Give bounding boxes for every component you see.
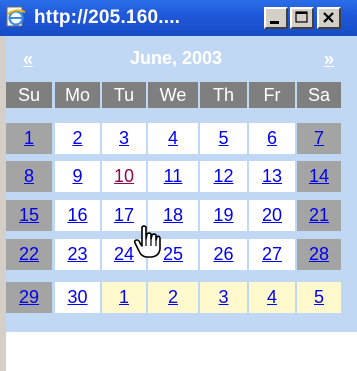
next-month-day-4[interactable]: 4 bbox=[249, 282, 295, 313]
day-header-sa: Sa bbox=[297, 82, 341, 108]
title-bar[interactable]: http://205.160.... bbox=[0, 0, 357, 36]
day-header-mo: Mo bbox=[55, 82, 100, 108]
maximize-button[interactable] bbox=[290, 7, 314, 29]
minimize-icon bbox=[270, 21, 279, 24]
day-14[interactable]: 14 bbox=[297, 161, 341, 192]
day-6[interactable]: 6 bbox=[249, 123, 295, 154]
maximize-icon bbox=[295, 11, 308, 23]
day-9[interactable]: 9 bbox=[55, 161, 100, 192]
next-month-day-1[interactable]: 1 bbox=[102, 282, 146, 313]
close-button[interactable] bbox=[317, 7, 341, 29]
hand-cursor-icon bbox=[133, 225, 162, 259]
day-21[interactable]: 21 bbox=[297, 200, 341, 231]
ie-page-icon bbox=[5, 6, 27, 28]
day-30[interactable]: 30 bbox=[55, 282, 100, 313]
day-12[interactable]: 12 bbox=[200, 161, 247, 192]
day-23[interactable]: 23 bbox=[55, 239, 100, 270]
day-4[interactable]: 4 bbox=[148, 123, 198, 154]
day-1[interactable]: 1 bbox=[6, 123, 52, 154]
day-header-tu: Tu bbox=[102, 82, 146, 108]
day-3[interactable]: 3 bbox=[102, 123, 146, 154]
day-28[interactable]: 28 bbox=[297, 239, 341, 270]
day-20[interactable]: 20 bbox=[249, 200, 295, 231]
day-8[interactable]: 8 bbox=[6, 161, 52, 192]
day-header-we: We bbox=[148, 82, 198, 108]
day-27[interactable]: 27 bbox=[249, 239, 295, 270]
day-5[interactable]: 5 bbox=[200, 123, 247, 154]
next-month-day-3[interactable]: 3 bbox=[200, 282, 247, 313]
next-month-day-2[interactable]: 2 bbox=[148, 282, 198, 313]
day-29[interactable]: 29 bbox=[6, 282, 52, 313]
day-header-fr: Fr bbox=[249, 82, 295, 108]
calendar-container: « June, 2003 » Su Mo Tu We Th Fr Sa 1 2 3 4 5 6 7 8 9 10… bbox=[6, 36, 357, 371]
day-header-su: Su bbox=[6, 82, 52, 108]
day-15[interactable]: 15 bbox=[6, 200, 52, 231]
day-16[interactable]: 16 bbox=[55, 200, 100, 231]
day-13[interactable]: 13 bbox=[249, 161, 295, 192]
window-blank-area bbox=[6, 332, 357, 371]
day-19[interactable]: 19 bbox=[200, 200, 247, 231]
window-title: http://205.160.... bbox=[34, 7, 181, 28]
day-header-th: Th bbox=[200, 82, 247, 108]
day-2[interactable]: 2 bbox=[55, 123, 100, 154]
next-month-day-5[interactable]: 5 bbox=[297, 282, 341, 313]
close-icon bbox=[323, 12, 334, 23]
calendar-grid: Su Mo Tu We Th Fr Sa 1 2 3 4 5 6 7 8 9 10 11 12 13 14 15 16 17 1… bbox=[6, 36, 357, 336]
day-10[interactable]: 10 bbox=[102, 161, 146, 192]
day-22[interactable]: 22 bbox=[6, 239, 52, 270]
day-11[interactable]: 11 bbox=[148, 161, 198, 192]
minimize-button[interactable] bbox=[264, 7, 288, 29]
day-26[interactable]: 26 bbox=[200, 239, 247, 270]
popup-window: http://205.160.... « June, 2003 » Su Mo Tu… bbox=[0, 0, 357, 371]
day-7[interactable]: 7 bbox=[297, 123, 341, 154]
